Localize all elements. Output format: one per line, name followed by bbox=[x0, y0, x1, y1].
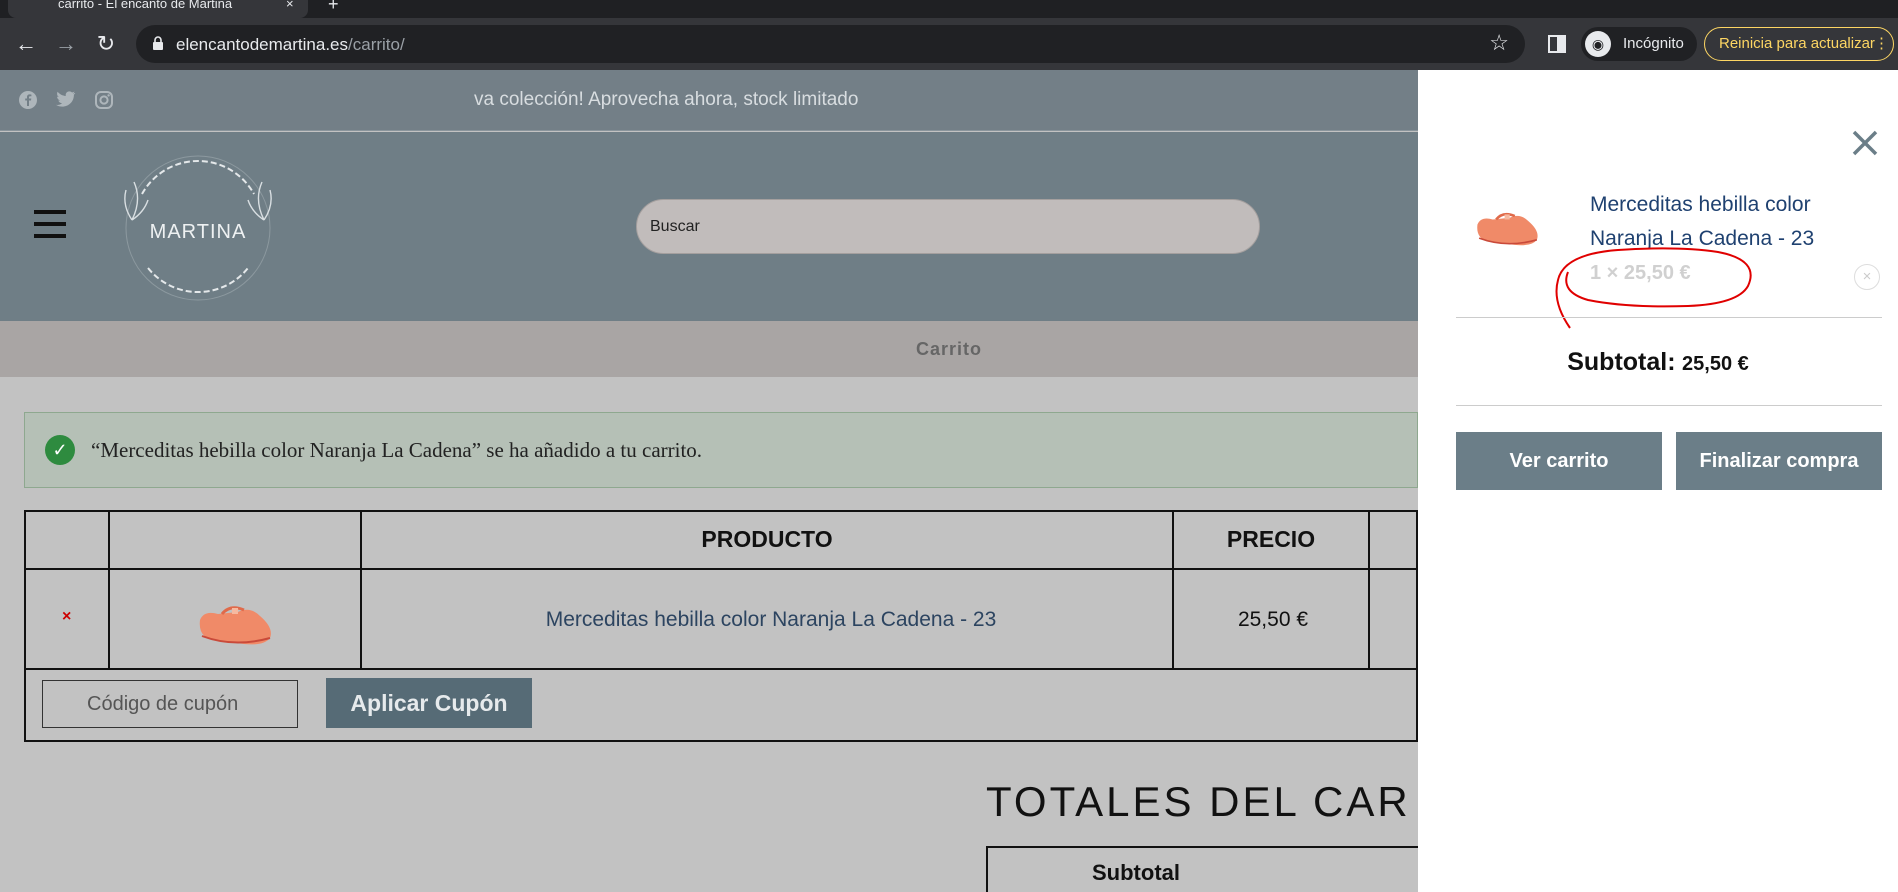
lock-icon bbox=[153, 36, 163, 50]
coupon-code-input[interactable]: Código de cupón bbox=[42, 680, 298, 728]
cart-item-price: 25,50 € bbox=[1237, 608, 1309, 631]
cart-totals-heading: TOTALES DEL CAR bbox=[986, 778, 1411, 825]
browser-toolbar: ← → ↻ elencantodemartina.es/carrito/ ☆ ◉… bbox=[0, 18, 1898, 70]
remove-item-button[interactable]: × bbox=[62, 608, 71, 626]
check-icon: ✓ bbox=[45, 435, 75, 465]
tab-close-icon[interactable]: × bbox=[286, 0, 294, 11]
red-annotation-circle bbox=[1555, 247, 1752, 329]
search-placeholder: Buscar bbox=[650, 218, 700, 235]
view-cart-button[interactable]: Ver carrito bbox=[1456, 432, 1662, 490]
added-to-cart-notice: ✓ “Merceditas hebilla color Naranja La C… bbox=[24, 412, 1418, 488]
announcement-marquee: va colección! Aprovecha ahora, stock lim… bbox=[474, 89, 859, 110]
cart-item-name-link[interactable]: Merceditas hebilla color Naranja La Cade… bbox=[366, 608, 1176, 632]
cart-table: PRODUCTO PRECIO × Merceditas hebilla col… bbox=[24, 510, 1420, 742]
mini-cart-panel: Merceditas hebilla color Naranja La Cade… bbox=[1418, 70, 1898, 892]
forward-icon[interactable]: → bbox=[52, 30, 80, 58]
page-title-bar: Carrito bbox=[0, 321, 1418, 377]
incognito-indicator[interactable]: ◉ Incógnito bbox=[1581, 27, 1697, 61]
url-host: elencantodemartina.es bbox=[176, 35, 349, 54]
divider bbox=[1456, 405, 1882, 406]
mini-cart-product-thumbnail[interactable] bbox=[1472, 194, 1544, 250]
url-path: /carrito/ bbox=[348, 35, 405, 54]
incognito-icon: ◉ bbox=[1585, 31, 1611, 57]
incognito-label: Incógnito bbox=[1623, 35, 1684, 52]
update-button-label: Reinicia para actualizar bbox=[1719, 35, 1875, 52]
search-input[interactable]: Buscar bbox=[636, 199, 1260, 254]
site-header: MARTINA Buscar bbox=[0, 132, 1418, 321]
bookmark-star-icon[interactable]: ☆ bbox=[1489, 30, 1509, 56]
facebook-icon[interactable] bbox=[18, 90, 38, 110]
divider bbox=[1456, 317, 1882, 318]
twitter-icon[interactable] bbox=[56, 90, 76, 110]
apply-coupon-button[interactable]: Aplicar Cupón bbox=[326, 678, 532, 728]
logo-wordmark: MARTINA bbox=[150, 221, 247, 243]
mini-cart-subtotal-label: Subtotal: bbox=[1567, 348, 1676, 376]
mini-cart-remove-button[interactable]: × bbox=[1854, 264, 1880, 290]
reload-icon[interactable]: ↻ bbox=[92, 30, 120, 58]
address-bar[interactable]: elencantodemartina.es/carrito/ ☆ bbox=[136, 25, 1525, 63]
mini-cart-subtotal-value: 25,50 € bbox=[1682, 353, 1749, 375]
tab-title: carrito - El encanto de Martina bbox=[58, 0, 233, 11]
announcement-bar: va colección! Aprovecha ahora, stock lim… bbox=[0, 70, 1418, 131]
checkout-button[interactable]: Finalizar compra bbox=[1676, 432, 1882, 490]
url-text: elencantodemartina.es/carrito/ bbox=[176, 35, 405, 55]
hamburger-menu-icon[interactable] bbox=[34, 210, 66, 238]
browser-tab[interactable]: carrito - El encanto de Martina × bbox=[8, 0, 308, 18]
coupon-placeholder: Código de cupón bbox=[87, 693, 239, 715]
notice-text: “Merceditas hebilla color Naranja La Cad… bbox=[91, 438, 703, 462]
cart-totals-table: Subtotal bbox=[986, 846, 1426, 892]
header-producto: PRODUCTO bbox=[701, 526, 833, 552]
new-tab-button[interactable]: + bbox=[328, 0, 339, 15]
update-button[interactable]: Reinicia para actualizar ⋮ bbox=[1704, 27, 1894, 61]
totals-subtotal-label: Subtotal bbox=[1092, 860, 1180, 885]
back-icon[interactable]: ← bbox=[12, 30, 40, 58]
product-thumbnail[interactable] bbox=[194, 584, 278, 650]
close-icon[interactable] bbox=[1850, 128, 1880, 158]
more-menu-icon[interactable]: ⋮ bbox=[1874, 28, 1889, 60]
site-logo[interactable]: MARTINA bbox=[112, 150, 284, 306]
tab-strip: carrito - El encanto de Martina × + bbox=[0, 0, 1898, 18]
side-panel-icon[interactable] bbox=[1548, 35, 1566, 53]
mini-cart-subtotal: Subtotal: 25,50 € bbox=[1418, 348, 1898, 377]
header-precio: PRECIO bbox=[1226, 526, 1316, 552]
instagram-icon[interactable] bbox=[94, 90, 114, 110]
